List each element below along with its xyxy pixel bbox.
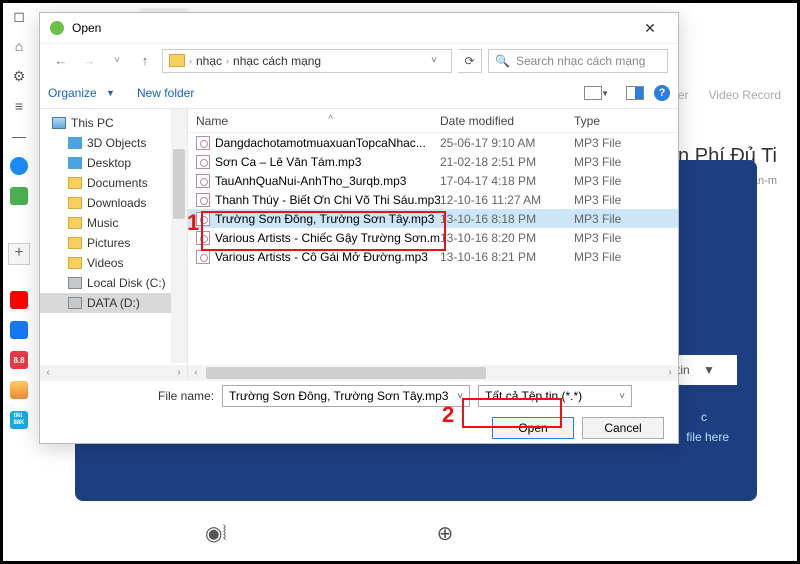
xbox-icon[interactable] — [8, 185, 30, 207]
history-dropdown-icon[interactable]: ˅ — [106, 50, 128, 72]
file-row[interactable]: Thanh Thúy - Biết Ơn Chi Võ Thi Sáu.mp31… — [188, 190, 678, 209]
new-folder-button[interactable]: New folder — [137, 86, 194, 100]
nav-back-icon[interactable]: ← — [50, 50, 72, 72]
folder-icon — [169, 54, 185, 67]
col-date[interactable]: Date modified — [440, 114, 574, 128]
path-dropdown-icon[interactable]: ˅ — [423, 55, 445, 66]
tree-videos[interactable]: Videos — [40, 253, 187, 273]
app-icon: ◻ — [8, 5, 30, 27]
youtube-icon[interactable] — [8, 289, 30, 311]
filename-label: File name: — [158, 389, 214, 403]
file-row[interactable]: TauAnhQuaNui-AnhTho_3urqb.mp317-04-17 4:… — [188, 171, 678, 190]
mp3-icon — [196, 250, 210, 264]
tree-desktop[interactable]: Desktop — [40, 153, 187, 173]
tree-local-disk-c[interactable]: Local Disk (C:) — [40, 273, 187, 293]
tree-music[interactable]: Music — [40, 213, 187, 233]
drop-suffix: c — [701, 410, 707, 424]
bottom-icons: ◉⦚ ⊕ — [205, 521, 453, 546]
nav-up-icon[interactable]: ↑ — [134, 50, 156, 72]
path-seg-2[interactable]: nhạc cách mạng — [233, 54, 321, 68]
mp3-icon — [196, 174, 210, 188]
drop-hint: file here — [686, 430, 729, 444]
file-row[interactable]: DangdachotamotmuaxuanTopcaNhac...25-06-1… — [188, 133, 678, 152]
dialog-toolbar: Organize ▼ New folder ▼ ? — [40, 77, 678, 109]
sort-indicator-icon: ˄ — [328, 112, 333, 122]
column-headers: Name Date modified Type — [188, 109, 678, 133]
tree-pictures[interactable]: Pictures — [40, 233, 187, 253]
file-row[interactable]: Sơn Ca – Lê Văn Tám.mp321-02-18 2:51 PMM… — [188, 152, 678, 171]
mp3-icon — [196, 136, 210, 150]
preview-pane-button[interactable] — [626, 86, 644, 100]
globe-icon: ⊕ — [437, 521, 454, 546]
app-badge-icon — [50, 21, 64, 35]
annotation-2: 2 — [442, 402, 454, 428]
dialog-title: Open — [72, 21, 101, 35]
tiki-icon[interactable]: tiki88K — [8, 409, 30, 431]
tree-scrollbar[interactable] — [171, 109, 187, 363]
col-name[interactable]: Name — [188, 114, 440, 128]
refresh-button[interactable]: ⟳ — [458, 49, 482, 73]
filename-input[interactable]: Trường Sơn Đông, Trường Sơn Tây.mp3 ˅ — [222, 385, 470, 407]
col-type[interactable]: Type — [574, 114, 678, 128]
tree-3d-objects[interactable]: 3D Objects — [40, 133, 187, 153]
close-button[interactable]: ✕ — [632, 15, 668, 41]
annotation-1-box — [201, 211, 446, 251]
filter-dropdown-icon[interactable]: ˅ — [619, 391, 625, 402]
search-input[interactable]: 🔍 Search nhạc cách mạng — [488, 49, 668, 73]
annotation-1: 1 — [187, 210, 199, 236]
divider-icon: — — [8, 125, 30, 147]
home-icon[interactable]: ⌂ — [8, 35, 30, 57]
menu-icon[interactable]: ≡ — [8, 95, 30, 117]
path-seg-1[interactable]: nhạc — [196, 54, 222, 68]
organize-menu[interactable]: Organize ▼ — [48, 86, 115, 100]
new-tab-button[interactable]: + — [8, 243, 30, 265]
nav-forward-icon[interactable]: → — [78, 50, 100, 72]
search-placeholder: Search nhạc cách mạng — [516, 54, 645, 68]
annotation-2-box — [462, 398, 562, 428]
path-breadcrumb[interactable]: › nhạc › nhạc cách mạng ˅ — [162, 49, 452, 73]
mp3-icon — [196, 155, 210, 169]
messenger-icon[interactable] — [8, 155, 30, 177]
wifi-icon: ◉⦚ — [205, 521, 227, 546]
help-button[interactable]: ? — [654, 85, 670, 101]
browser-sidebar: ◻ ⌂ ⚙ ≡ — + 8.8 tiki88K — [3, 3, 35, 561]
shopee-icon[interactable]: 8.8 — [8, 349, 30, 371]
view-mode-button[interactable]: ▼ — [584, 86, 602, 100]
dialog-bottom: File name: Trường Sơn Đông, Trường Sơn T… — [40, 379, 678, 443]
tree-data-d[interactable]: DATA (D:) — [40, 293, 187, 313]
tree-downloads[interactable]: Downloads — [40, 193, 187, 213]
tree-documents[interactable]: Documents — [40, 173, 187, 193]
gear-icon[interactable]: ⚙ — [8, 65, 30, 87]
tree-this-pc[interactable]: This PC — [40, 113, 187, 133]
game-icon[interactable] — [8, 379, 30, 401]
facebook-icon[interactable] — [8, 319, 30, 341]
folder-tree: This PC 3D Objects Desktop Documents Dow… — [40, 109, 188, 381]
cancel-button[interactable]: Cancel — [582, 417, 664, 439]
dialog-titlebar: Open ✕ — [40, 13, 678, 43]
link-video-record[interactable]: Video Record — [709, 88, 782, 102]
search-icon: 🔍 — [495, 54, 510, 68]
mp3-icon — [196, 193, 210, 207]
dialog-nav: ← → ˅ ↑ › nhạc › nhạc cách mạng ˅ ⟳ 🔍 Se… — [40, 43, 678, 77]
